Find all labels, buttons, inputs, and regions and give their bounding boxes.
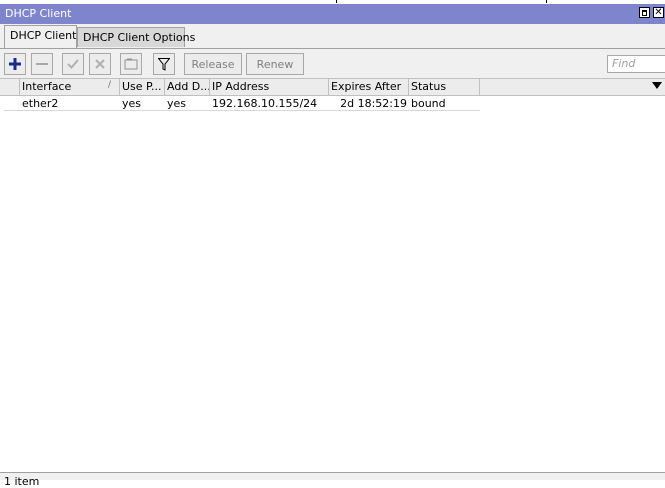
column-status[interactable]: Status [409, 79, 480, 95]
enable-button[interactable] [62, 53, 84, 75]
column-interface-label: Interface [22, 80, 72, 93]
add-icon [9, 58, 21, 70]
close-icon[interactable]: ✕ [653, 7, 664, 18]
dhcp-client-table: Interface / Use P... Add D... IP Address… [0, 78, 665, 472]
table-row[interactable]: ether2 yes yes 192.168.10.155/24 2d 18:5… [0, 96, 665, 111]
window-title: DHCP Client [5, 7, 72, 20]
release-button[interactable]: Release [184, 53, 242, 75]
tab-dhcp-client-options[interactable]: DHCP Client Options [77, 27, 195, 47]
column-interface[interactable]: Interface / [20, 79, 120, 95]
comment-icon [124, 58, 138, 70]
column-ip-address[interactable]: IP Address [210, 79, 329, 95]
toolbar: Release Renew Find [0, 48, 665, 78]
row-divider [4, 110, 480, 111]
cell-interface: ether2 [22, 97, 59, 110]
cell-ip-address: 192.168.10.155/24 [212, 97, 318, 110]
find-input[interactable]: Find [607, 55, 665, 73]
sort-icon: / [108, 80, 112, 90]
column-use-peer-dns[interactable]: Use P... [120, 79, 165, 95]
renew-button[interactable]: Renew [246, 53, 304, 75]
table-header: Interface / Use P... Add D... IP Address… [0, 78, 665, 96]
comment-button[interactable] [120, 53, 142, 75]
title-bar: DHCP Client ✕ [0, 4, 665, 24]
status-bar: 1 item [0, 472, 665, 488]
add-button[interactable] [4, 53, 26, 75]
maximize-icon[interactable] [639, 7, 650, 18]
tab-dhcp-client[interactable]: DHCP Client [4, 25, 77, 48]
filter-icon [158, 57, 170, 71]
column-flag[interactable] [0, 79, 20, 95]
column-menu-icon[interactable] [652, 82, 662, 89]
tab-bar: DHCP Client DHCP Client Options [0, 24, 665, 48]
cell-add-default-route: yes [167, 97, 187, 110]
cell-use-peer-dns: yes [122, 97, 142, 110]
cell-status: bound [411, 97, 446, 110]
column-expires-after[interactable]: Expires After [329, 79, 409, 95]
remove-button[interactable] [31, 53, 53, 75]
filter-button[interactable] [153, 53, 175, 75]
item-count: 1 item [4, 475, 40, 488]
enable-icon [67, 59, 79, 69]
disable-button[interactable] [89, 53, 111, 75]
cell-expires-after: 2d 18:52:19 [340, 97, 407, 110]
column-add-default-route[interactable]: Add D... [165, 79, 210, 95]
remove-icon [36, 63, 48, 65]
disable-icon [95, 59, 105, 69]
